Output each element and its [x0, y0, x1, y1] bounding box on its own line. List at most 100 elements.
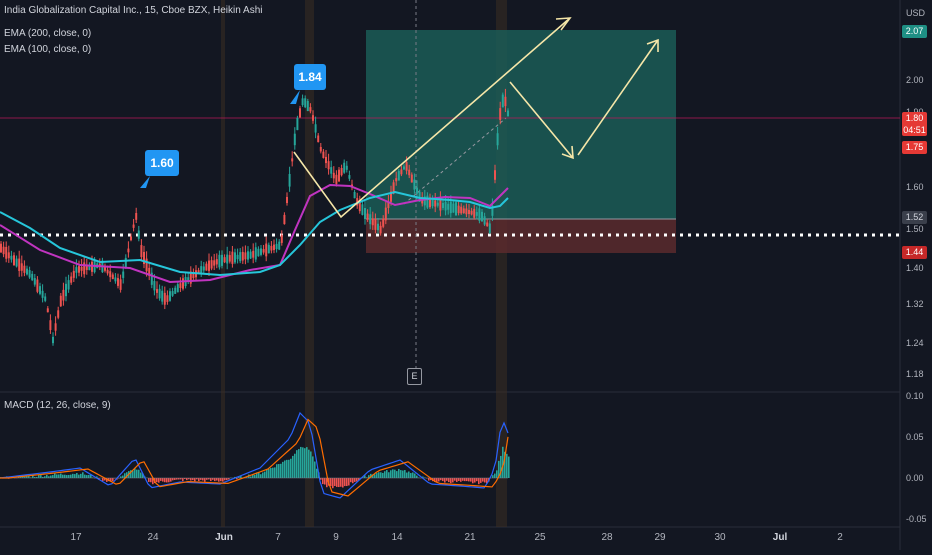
macd-histogram-bar — [410, 473, 412, 478]
macd-histogram-bar — [262, 473, 264, 478]
candle-body — [138, 230, 140, 238]
candle-body — [416, 188, 418, 194]
macd-histogram-bar — [392, 469, 394, 478]
candle-body — [478, 208, 480, 221]
candle-body — [44, 296, 46, 300]
chart-area[interactable]: 2.001.901.601.501.401.321.241.18 0.100.0… — [0, 0, 932, 550]
candle-body — [294, 134, 296, 145]
candle-body — [497, 133, 499, 145]
candle-body — [166, 295, 168, 302]
candle-body — [140, 245, 142, 257]
candle-body — [226, 255, 228, 264]
macd-axis[interactable]: 0.100.050.00-0.05 — [906, 391, 927, 524]
price-tag-ema: 1.52 — [902, 211, 927, 224]
candle-body — [450, 202, 452, 213]
candle-body — [406, 162, 408, 171]
macd-histogram-bar — [380, 472, 382, 478]
macd-histogram-bar — [272, 468, 274, 478]
macd-histogram-bar — [340, 478, 342, 487]
macd-histogram-bar — [350, 478, 352, 482]
price-callout-mid[interactable]: 1.60 — [145, 150, 179, 176]
macd-histogram-bar — [442, 478, 444, 481]
price-tag-target: 2.07 — [902, 25, 927, 38]
price-tick-label: 1.32 — [906, 299, 924, 309]
macd-histogram-bar — [460, 478, 462, 482]
candle-body — [426, 196, 428, 208]
macd-histogram-bar — [298, 449, 300, 478]
candle-body — [320, 147, 322, 151]
candle-body — [237, 255, 239, 259]
candle-body — [447, 204, 449, 210]
candle-body — [315, 124, 317, 132]
candle-body — [218, 255, 220, 267]
target-zone[interactable] — [366, 30, 676, 219]
macd-legend[interactable]: MACD (12, 26, close, 9) — [4, 400, 111, 411]
candle-body — [211, 260, 213, 268]
macd-histogram-bar — [286, 460, 288, 478]
candle-body — [273, 245, 275, 250]
candle-body — [385, 208, 387, 221]
candle-body — [231, 252, 233, 264]
ema200-legend[interactable]: EMA (200, close, 0) — [4, 28, 91, 39]
chart-canvas[interactable]: 2.001.901.601.501.401.321.241.18 0.100.0… — [0, 0, 932, 550]
macd-histogram-bar — [478, 478, 480, 484]
candle-body — [21, 263, 23, 270]
time-axis-label: 2 — [837, 532, 843, 543]
candle-body — [296, 118, 298, 130]
candle-body — [380, 226, 382, 233]
macd-histogram-bar — [136, 470, 138, 478]
price-callout-high[interactable]: 1.84 — [294, 64, 326, 90]
macd-histogram-bar — [60, 474, 62, 478]
macd-histogram-bar — [452, 478, 454, 482]
candle-body — [452, 204, 454, 213]
macd-histogram-bar — [400, 470, 402, 478]
candle-body — [484, 216, 486, 224]
candle-body — [36, 280, 38, 292]
candle-body — [244, 252, 246, 259]
candle-body — [408, 170, 410, 176]
candle-body — [112, 274, 114, 279]
candle-body — [471, 211, 473, 215]
macd-histogram-bar — [448, 478, 450, 482]
symbol-legend[interactable]: India Globalization Capital Inc., 15, Cb… — [4, 5, 262, 16]
macd-histogram-bar — [222, 478, 224, 482]
macd-histogram-bar — [482, 478, 484, 482]
candle-body — [333, 173, 335, 179]
candle-body — [174, 288, 176, 294]
candle-body — [242, 252, 244, 261]
macd-histogram-bar — [164, 478, 166, 482]
candle-body — [309, 107, 311, 111]
candle-body — [60, 296, 62, 306]
ema100-legend[interactable]: EMA (100, close, 0) — [4, 44, 91, 55]
candle-body — [369, 214, 371, 224]
macd-histogram-bar — [88, 475, 90, 478]
time-axis-label: 9 — [333, 532, 339, 543]
macd-histogram-bar — [64, 475, 66, 478]
macd-histogram-bar — [390, 470, 392, 478]
candle-body — [52, 337, 54, 343]
earnings-marker[interactable]: E — [407, 368, 422, 385]
macd-histogram-bar — [170, 478, 172, 482]
candle-body — [291, 158, 293, 161]
candle-body — [468, 210, 470, 214]
candle-body — [458, 206, 460, 213]
time-axis-label: Jun — [215, 532, 233, 543]
macd-histogram-bar — [450, 478, 452, 483]
candle-body — [507, 111, 509, 117]
candle-body — [263, 249, 265, 253]
candle-body — [47, 308, 49, 312]
macd-histogram-bar — [52, 475, 54, 478]
time-axis-label: 14 — [391, 532, 402, 543]
macd-histogram-bar — [306, 447, 308, 478]
macd-histogram-bar — [266, 470, 268, 478]
candle-body — [312, 115, 314, 121]
candle-body — [125, 258, 127, 267]
macd-histogram-bar — [454, 478, 456, 481]
candle-body — [18, 259, 20, 271]
macd-histogram-bar — [440, 478, 442, 480]
macd-histogram-bar — [304, 448, 306, 478]
candle-body — [68, 280, 70, 289]
macd-line — [0, 413, 508, 498]
macd-histogram-bar — [408, 471, 410, 478]
macd-histogram-bar — [216, 478, 218, 481]
